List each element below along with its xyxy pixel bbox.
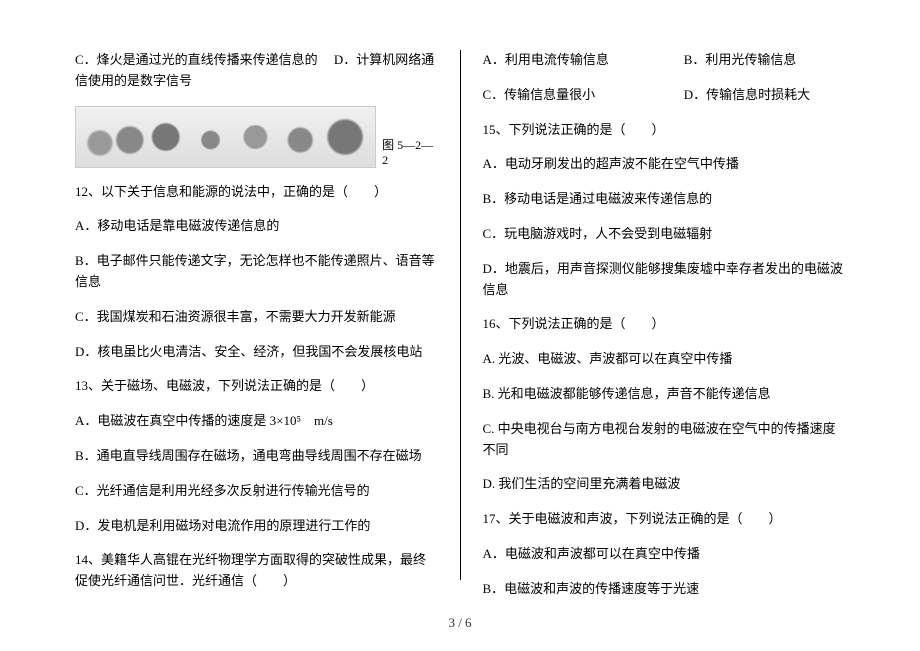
q14-option-d: D．传输信息时损耗大: [684, 85, 845, 106]
q13-option-c: C．光纤通信是利用光经多次反射进行传输光信号的: [75, 481, 438, 502]
q16-option-c: C. 中央电视台与南方电视台发射的电磁波在空气中的传播速度不同: [483, 419, 846, 461]
q12-option-c: C．我国煤炭和石油资源很丰富，不需要大力开发新能源: [75, 307, 438, 328]
q13-stem: 13、关于磁场、电磁波，下列说法正确的是（ ）: [75, 376, 438, 397]
figure-illustration: [76, 107, 375, 167]
q14-stem: 14、美籍华人高锟在光纤物理学方面取得的突破性成果，最终促使光纤通信问世．光纤通…: [75, 550, 438, 592]
q17-option-a: A．电磁波和声波都可以在真空中传播: [483, 544, 846, 565]
q14-option-c: C．传输信息量很小: [483, 85, 644, 106]
q14-option-b: B．利用光传输信息: [684, 50, 845, 71]
q11-option-c: C．烽火是通过光的直线传播来传递信息的: [75, 52, 318, 67]
q16-option-d: D. 我们生活的空间里充满着电磁波: [483, 474, 846, 495]
q12-option-a: A．移动电话是靠电磁波传递信息的: [75, 216, 438, 237]
q15-stem: 15、下列说法正确的是（ ）: [483, 120, 846, 141]
q15-option-a: A．电动牙刷发出的超声波不能在空气中传播: [483, 154, 846, 175]
q11-options-cd: C．烽火是通过光的直线传播来传递信息的 D．计算机网络通信使用的是数字信号: [75, 50, 438, 92]
q13-option-b: B．通电直导线周围存在磁场，通电弯曲导线周围不存在磁场: [75, 446, 438, 467]
q12-stem: 12、以下关于信息和能源的说法中，正确的是（ ）: [75, 182, 438, 203]
q15-option-c: C．玩电脑游戏时，人不会受到电磁辐射: [483, 224, 846, 245]
q14-options-ab: A．利用电流传输信息 B．利用光传输信息: [483, 50, 846, 71]
q14-option-a: A．利用电流传输信息: [483, 50, 644, 71]
figure-5-2-2: [75, 106, 376, 168]
page-content: C．烽火是通过光的直线传播来传递信息的 D．计算机网络通信使用的是数字信号 图 …: [0, 0, 920, 600]
figure-wrap: 图 5—2—2: [75, 106, 438, 168]
page-number: 3 / 6: [0, 615, 920, 631]
left-column: C．烽火是通过光的直线传播来传递信息的 D．计算机网络通信使用的是数字信号 图 …: [75, 50, 461, 580]
q17-stem: 17、关于电磁波和声波，下列说法正确的是（ ）: [483, 509, 846, 530]
q16-option-b: B. 光和电磁波都能够传递信息，声音不能传递信息: [483, 384, 846, 405]
q12-option-b: B．电子邮件只能传递文字，无论怎样也不能传递照片、语音等信息: [75, 251, 438, 293]
q17-option-b: B．电磁波和声波的传播速度等于光速: [483, 579, 846, 600]
q15-option-b: B．移动电话是通过电磁波来传递信息的: [483, 189, 846, 210]
q12-option-d: D．核电虽比火电清洁、安全、经济，但我国不会发展核电站: [75, 342, 438, 363]
q14-options-cd: C．传输信息量很小 D．传输信息时损耗大: [483, 85, 846, 106]
q16-option-a: A. 光波、电磁波、声波都可以在真空中传播: [483, 349, 846, 370]
right-column: A．利用电流传输信息 B．利用光传输信息 C．传输信息量很小 D．传输信息时损耗…: [461, 50, 846, 580]
q13-option-a: A．电磁波在真空中传播的速度是 3×10⁵ m/s: [75, 411, 438, 432]
q15-option-d: D．地震后，用声音探测仪能够搜集废墟中幸存者发出的电磁波信息: [483, 259, 846, 301]
q16-stem: 16、下列说法正确的是（ ）: [483, 314, 846, 335]
figure-caption: 图 5—2—2: [382, 136, 437, 168]
q13-option-d: D．发电机是利用磁场对电流作用的原理进行工作的: [75, 516, 438, 537]
